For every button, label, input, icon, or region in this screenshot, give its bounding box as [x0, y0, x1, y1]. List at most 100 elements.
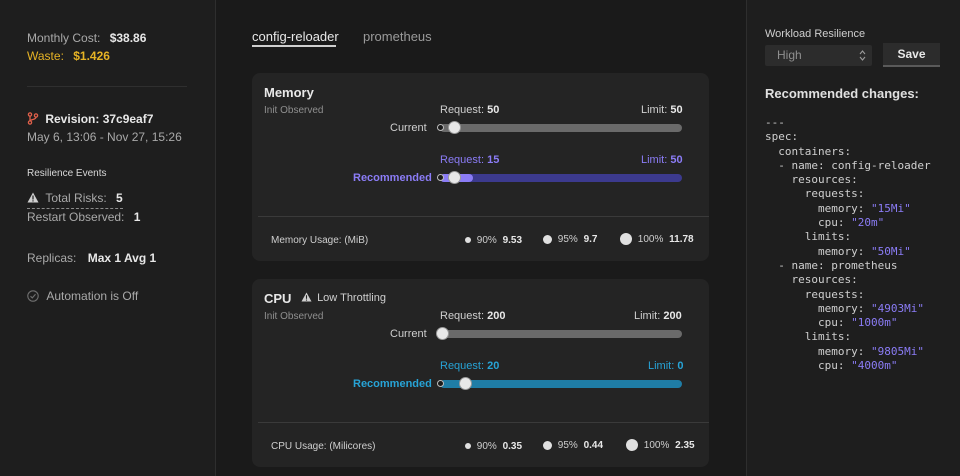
- cpu-title: CPU: [264, 291, 292, 306]
- yaml-key: resources:: [765, 273, 858, 287]
- replicas: Replicas: Max 1 Avg 1: [27, 251, 156, 265]
- yaml-string-value: "50Mi": [870, 244, 911, 258]
- cpu-current-slider[interactable]: [440, 330, 682, 338]
- request-value: 20: [487, 360, 500, 372]
- memory-usage-label: Memory Usage: (MiB): [271, 235, 369, 246]
- total-risks-value: 5: [116, 191, 123, 205]
- memory-current-min-marker: [437, 124, 444, 131]
- memory-current-request: Request: 50: [440, 104, 499, 116]
- yaml-key: resources:: [765, 173, 858, 187]
- yaml-line: - name: prometheus: [765, 259, 931, 273]
- yaml-line: requests:: [765, 187, 931, 201]
- cpu-p100: 100% 2.35: [626, 439, 695, 451]
- yaml-line: cpu: "4000m": [765, 359, 931, 373]
- yaml-line: - name: config-reloader: [765, 158, 931, 173]
- request-value: 50: [487, 104, 500, 116]
- waste: Waste: $1.426: [27, 49, 110, 63]
- recommended-changes-title: Recommended changes:: [765, 86, 919, 101]
- resilience-select[interactable]: High: [765, 45, 872, 66]
- restart-observed-label: Restart Observed:: [27, 210, 125, 224]
- cpu-current-request: Request: 200: [440, 310, 505, 322]
- replicas-value: Max 1 Avg 1: [87, 251, 157, 265]
- p100-dot: [620, 233, 632, 245]
- yaml-string-value: "4000m": [851, 359, 898, 373]
- yaml-line: memory: "50Mi": [765, 245, 931, 259]
- cpu-rec-min-marker: [437, 380, 444, 387]
- yaml-line: spec:: [765, 130, 931, 144]
- request-value: 15: [487, 154, 500, 166]
- memory-recommended-knob[interactable]: [448, 171, 461, 184]
- resilience-select-value: High: [777, 48, 802, 62]
- select-arrows-icon: [859, 50, 866, 64]
- save-button[interactable]: Save: [883, 43, 940, 67]
- yaml-line: resources:: [765, 173, 931, 187]
- p95-label: 95%: [557, 440, 578, 451]
- warning-icon: [301, 292, 312, 305]
- yaml-key: limits:: [765, 330, 852, 344]
- yaml-line: cpu: "1000m": [765, 316, 931, 330]
- restart-observed-value: 1: [133, 210, 141, 224]
- yaml-key: limits:: [765, 230, 852, 244]
- memory-recommended-label: Recommended: [353, 172, 432, 184]
- p90-value: 9.53: [502, 235, 523, 246]
- p90-label: 90%: [476, 235, 497, 246]
- yaml-line: limits:: [765, 230, 931, 244]
- yaml-string-value: "1000m": [851, 316, 898, 330]
- yaml-line: memory: "4903Mi": [765, 302, 931, 316]
- p100-value: 2.35: [675, 439, 695, 451]
- memory-card-divider: [258, 216, 709, 217]
- sidebar: [0, 0, 216, 476]
- cpu-p90: 90% 0.35: [465, 441, 522, 452]
- limit-value: 0: [677, 360, 684, 372]
- cpu-throttling: Low Throttling: [301, 292, 386, 305]
- yaml-line: memory: "9805Mi": [765, 345, 931, 359]
- memory-current-label: Current: [390, 122, 427, 134]
- yaml-key: spec:: [765, 130, 799, 144]
- yaml-key: requests:: [765, 287, 865, 301]
- date-range: May 6, 13:06 - Nov 27, 15:26: [27, 130, 182, 144]
- p95-dot: [543, 234, 552, 244]
- memory-current-slider[interactable]: [440, 124, 682, 132]
- cpu-usage-label: CPU Usage: (Milicores): [271, 441, 376, 452]
- request-label: Request:: [440, 360, 485, 372]
- monthly-cost: Monthly Cost: $38.86: [27, 31, 146, 45]
- memory-recommended-slider[interactable]: [440, 174, 682, 182]
- yaml-line: resources:: [765, 273, 931, 287]
- p95-dot: [543, 440, 552, 450]
- memory-rec-min-marker: [437, 174, 444, 181]
- yaml-key: memory:: [765, 344, 871, 358]
- memory-current-knob[interactable]: [448, 121, 461, 134]
- memory-subtitle: Init Observed: [264, 105, 324, 116]
- yaml-key: cpu:: [765, 216, 852, 230]
- tab-config-reloader[interactable]: config-reloader: [252, 29, 339, 44]
- p100-dot: [626, 439, 638, 451]
- yaml-line: limits:: [765, 330, 931, 344]
- tab-prometheus[interactable]: prometheus: [363, 29, 432, 44]
- cpu-current-knob[interactable]: [436, 327, 449, 340]
- p95-value: 0.44: [583, 440, 604, 451]
- cpu-recommended-slider[interactable]: [440, 380, 682, 388]
- memory-rec-limit: Limit: 50: [641, 154, 683, 166]
- yaml-key: cpu:: [765, 316, 852, 330]
- request-label: Request:: [440, 154, 485, 166]
- cpu-current-label: Current: [390, 328, 427, 340]
- yaml-key: memory:: [765, 201, 871, 215]
- total-risks[interactable]: Total Risks: 5: [27, 191, 123, 209]
- cpu-recommended-knob[interactable]: [459, 377, 472, 390]
- yaml-key: containers:: [765, 144, 852, 158]
- p90-dot: [465, 237, 471, 244]
- yaml-key: memory:: [765, 301, 871, 315]
- revision: Revision: 37c9eaf7: [27, 112, 153, 128]
- request-label: Request:: [440, 104, 485, 116]
- workload-resilience-title: Workload Resilience: [765, 28, 866, 40]
- p90-label: 90%: [476, 441, 497, 452]
- limit-label: Limit:: [641, 154, 668, 166]
- monthly-cost-value: $38.86: [109, 31, 147, 45]
- yaml-key: - name: config-reloader: [765, 158, 931, 172]
- restart-observed: Restart Observed: 1: [27, 210, 140, 224]
- p90-value: 0.35: [502, 441, 523, 452]
- memory-rec-request: Request: 15: [440, 154, 499, 166]
- cpu-p95: 95% 0.44: [543, 440, 603, 451]
- monthly-cost-label: Monthly Cost:: [27, 31, 101, 45]
- sidebar-divider: [27, 86, 187, 87]
